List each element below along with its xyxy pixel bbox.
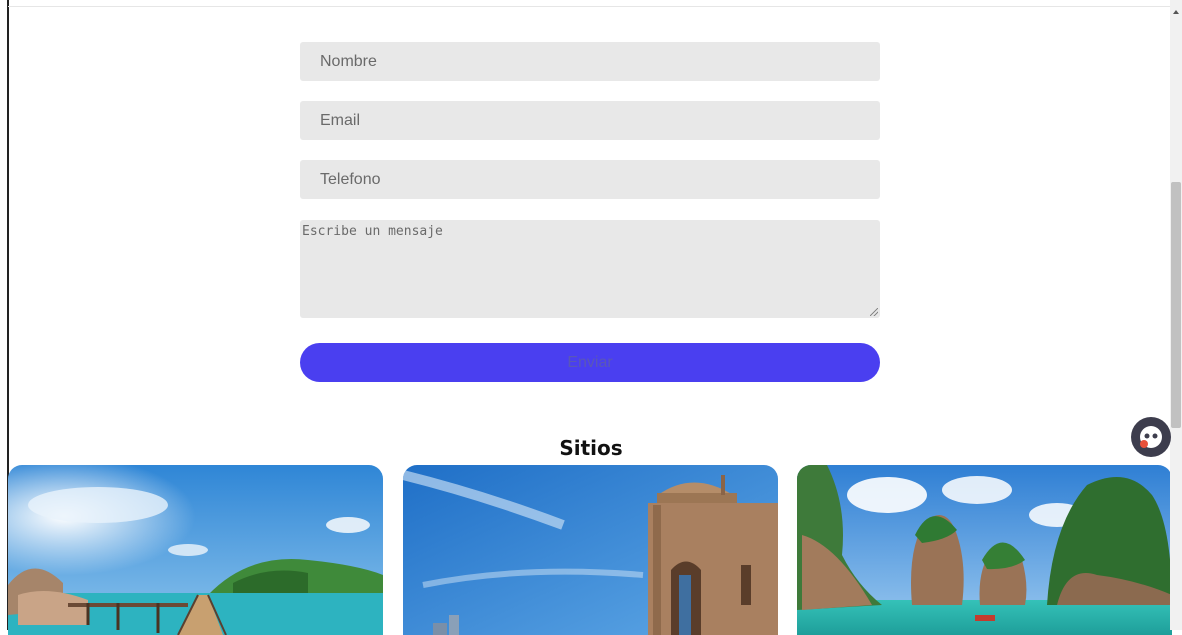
- top-divider: [8, 6, 1172, 7]
- chat-bot-icon: [1140, 426, 1162, 448]
- resize-handle-icon[interactable]: [870, 308, 878, 316]
- message-placeholder: Escribe un mensaje: [302, 224, 443, 239]
- scrollbar-thumb[interactable]: [1171, 182, 1181, 428]
- email-field[interactable]: Email: [300, 101, 880, 140]
- beach-pier-image: [8, 465, 383, 635]
- site-card-2[interactable]: [403, 465, 778, 635]
- message-textarea[interactable]: Escribe un mensaje: [300, 220, 880, 318]
- send-button-label: Enviar: [567, 353, 613, 371]
- name-field[interactable]: Nombre: [300, 42, 880, 81]
- name-placeholder: Nombre: [320, 52, 377, 70]
- site-card-3[interactable]: [797, 465, 1172, 635]
- limestone-islands-image: [797, 465, 1172, 635]
- fortress-tower-image: [403, 465, 778, 635]
- send-button[interactable]: Enviar: [300, 343, 880, 382]
- phone-placeholder: Telefono: [320, 170, 381, 188]
- email-placeholder: Email: [320, 111, 361, 129]
- phone-field[interactable]: Telefono: [300, 160, 880, 199]
- site-card-1[interactable]: [8, 465, 383, 635]
- sites-title: Sitios: [559, 436, 623, 460]
- vertical-scrollbar[interactable]: [1170, 0, 1182, 630]
- scroll-up-arrow-icon[interactable]: [1173, 10, 1179, 14]
- chat-widget-button[interactable]: [1131, 417, 1171, 457]
